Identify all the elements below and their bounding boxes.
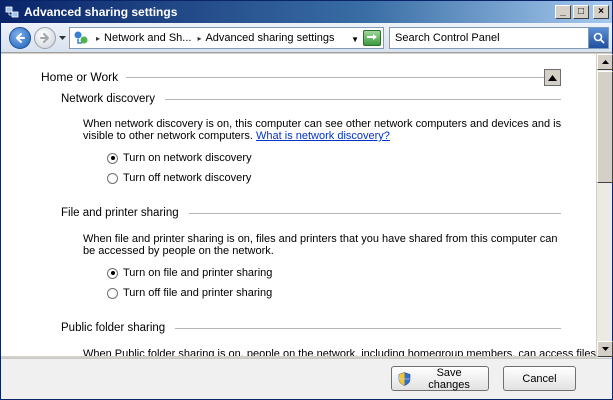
save-changes-label: Save changes bbox=[428, 366, 470, 391]
group-title: Home or Work bbox=[41, 70, 119, 84]
shield-icon bbox=[398, 371, 411, 386]
section-title: Public folder sharing bbox=[61, 322, 166, 334]
breadcrumb-network-and-sharing[interactable]: Network and Sh... bbox=[104, 32, 191, 44]
network-icon bbox=[4, 4, 20, 20]
radio-turn-off-network-discovery[interactable]: Turn off network discovery bbox=[107, 171, 251, 185]
chevron-right-icon[interactable]: ▸ bbox=[96, 34, 100, 43]
search-icon bbox=[593, 32, 605, 44]
chevron-right-icon[interactable]: ▸ bbox=[197, 34, 201, 43]
navigation-bar: ▸ Network and Sh... ▸ Advanced sharing s… bbox=[1, 23, 612, 53]
arrow-down-icon bbox=[601, 347, 609, 351]
scroll-up-button[interactable] bbox=[597, 54, 613, 70]
cancel-label: Cancel bbox=[522, 372, 557, 385]
forward-arrow-icon bbox=[40, 33, 49, 43]
window-title: Advanced sharing settings bbox=[24, 5, 178, 19]
breadcrumb-advanced-sharing[interactable]: Advanced sharing settings bbox=[205, 32, 334, 44]
address-bar[interactable]: ▸ Network and Sh... ▸ Advanced sharing s… bbox=[69, 27, 384, 49]
section-title: Network discovery bbox=[61, 93, 155, 105]
radio-button[interactable] bbox=[107, 172, 118, 184]
vertical-scrollbar[interactable] bbox=[596, 54, 613, 358]
window-controls: _ □ × bbox=[555, 5, 609, 19]
section-header-network-discovery: Network discovery bbox=[61, 91, 561, 107]
description-text: When Public folder sharing is on, people… bbox=[83, 348, 596, 356]
app-window: Advanced sharing settings _ □ × ▸ Networ… bbox=[0, 0, 613, 400]
description-text: When file and printer sharing is on, fil… bbox=[83, 233, 558, 257]
cancel-button[interactable]: Cancel bbox=[503, 366, 576, 391]
radio-label: Turn on file and printer sharing bbox=[123, 267, 273, 279]
recent-pages-button[interactable] bbox=[58, 33, 66, 43]
title-bar[interactable]: Advanced sharing settings _ □ × bbox=[1, 1, 612, 23]
forward-button[interactable] bbox=[34, 27, 56, 49]
refresh-icon bbox=[367, 34, 377, 40]
network-discovery-help-link[interactable]: What is network discovery? bbox=[256, 130, 390, 142]
divider bbox=[188, 212, 561, 214]
section-header-file-and-printer-sharing: File and printer sharing bbox=[61, 205, 561, 221]
radio-label: Turn on network discovery bbox=[123, 152, 252, 164]
arrow-up-icon bbox=[601, 60, 609, 64]
section-description: When file and printer sharing is on, fil… bbox=[83, 233, 563, 257]
divider bbox=[175, 327, 561, 329]
back-arrow-icon bbox=[16, 33, 25, 43]
radio-turn-on-network-discovery[interactable]: Turn on network discovery bbox=[107, 151, 252, 165]
maximize-button[interactable]: □ bbox=[573, 5, 589, 19]
radio-button[interactable] bbox=[107, 267, 118, 279]
chevron-down-icon bbox=[58, 35, 66, 40]
group-header: Home or Work bbox=[41, 68, 561, 86]
radio-label: Turn off file and printer sharing bbox=[123, 287, 273, 299]
refresh-button[interactable] bbox=[363, 30, 381, 46]
minimize-button[interactable]: _ bbox=[555, 5, 571, 19]
close-button[interactable]: × bbox=[593, 5, 609, 19]
radio-turn-on-file-sharing[interactable]: Turn on file and printer sharing bbox=[107, 266, 272, 280]
search-box[interactable] bbox=[389, 27, 609, 49]
section-description: When network discovery is on, this compu… bbox=[83, 118, 563, 142]
collapse-arrow-icon bbox=[548, 74, 557, 81]
search-button[interactable] bbox=[588, 28, 608, 48]
back-button[interactable] bbox=[9, 27, 31, 49]
collapse-button[interactable] bbox=[544, 69, 561, 86]
section-title: File and printer sharing bbox=[61, 207, 179, 219]
radio-button[interactable] bbox=[107, 287, 118, 299]
radio-turn-off-file-sharing[interactable]: Turn off file and printer sharing bbox=[107, 286, 272, 300]
save-changes-button[interactable]: Save changes bbox=[391, 366, 489, 391]
section-description: When Public folder sharing is on, people… bbox=[83, 348, 596, 356]
button-bar: Save changes Cancel bbox=[1, 358, 612, 399]
divider bbox=[164, 98, 561, 100]
radio-label: Turn off network discovery bbox=[123, 172, 252, 184]
divider bbox=[126, 76, 553, 78]
section-header-public-folder-sharing: Public folder sharing bbox=[61, 320, 561, 336]
scroll-thumb[interactable] bbox=[597, 71, 613, 183]
search-input[interactable] bbox=[390, 29, 588, 47]
radio-button[interactable] bbox=[107, 152, 118, 164]
address-dropdown-icon[interactable]: ▼ bbox=[351, 35, 359, 44]
scroll-down-button[interactable] bbox=[597, 341, 613, 357]
control-panel-icon bbox=[72, 29, 90, 47]
settings-content: Home or Work Network discovery When netw… bbox=[1, 54, 596, 356]
